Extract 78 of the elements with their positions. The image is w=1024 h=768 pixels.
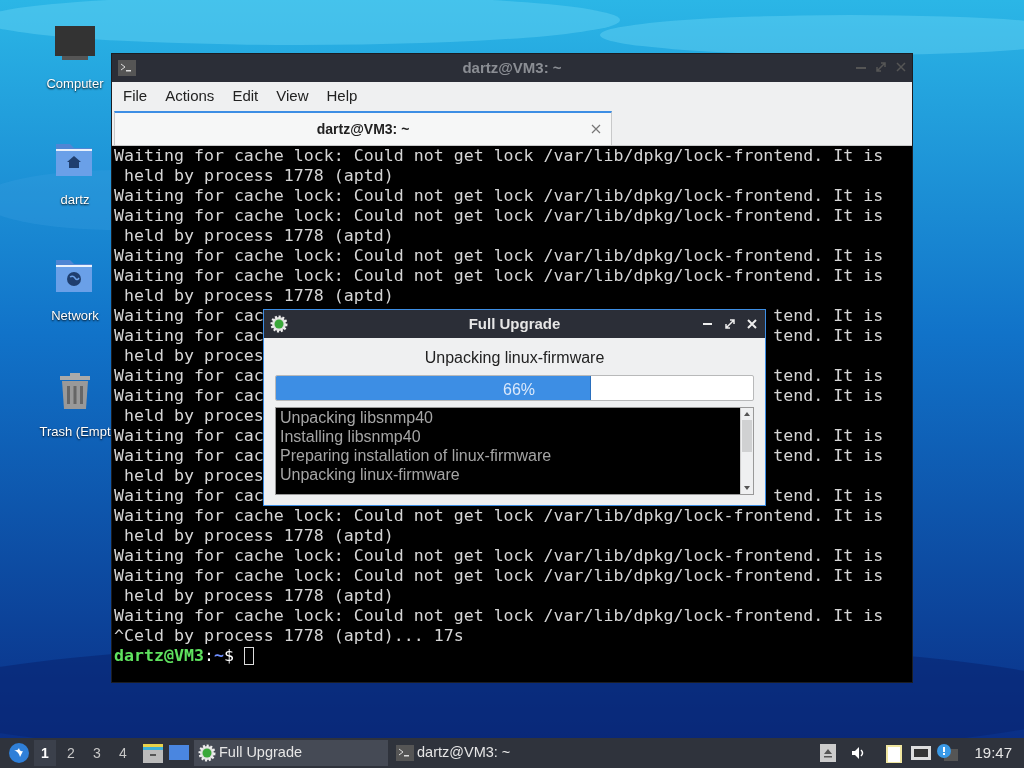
close-icon bbox=[591, 124, 601, 134]
terminal-line: Waiting for cac bbox=[114, 306, 264, 325]
icon-label[interactable]: Trash (Empt bbox=[39, 422, 111, 442]
menu-item[interactable]: Actions bbox=[156, 84, 224, 108]
terminal-line: Waiting for cac bbox=[114, 486, 264, 505]
log-line: Preparing installation of linux-firmware bbox=[280, 446, 553, 465]
log-line: Installing libsnmp40 bbox=[280, 427, 422, 446]
tab[interactable]: dartz@VM3: ~ bbox=[114, 111, 612, 145]
clipboard-icon bbox=[884, 742, 905, 764]
gear-icon bbox=[198, 744, 216, 762]
dialog-title: Full Upgrade bbox=[468, 313, 561, 334]
prompt-symbol: $ bbox=[223, 646, 234, 666]
menu-item[interactable]: Help bbox=[317, 84, 367, 108]
maximize-icon bbox=[876, 62, 886, 72]
terminal-line: tend. It is bbox=[773, 426, 884, 446]
terminal-line: held by process 1778 (aptd) bbox=[123, 526, 394, 545]
file-cabinet-icon bbox=[142, 742, 164, 764]
icon-label[interactable]: Network bbox=[51, 306, 99, 326]
prompt-separator: : bbox=[203, 646, 214, 666]
log-line: Unpacking libsnmp40 bbox=[280, 408, 434, 427]
network-icon bbox=[910, 744, 933, 762]
terminal-line: Waiting for cache lock: Could not get lock /var/lib/dpkg/lock-frontend. It is bbox=[114, 606, 884, 625]
terminal-line: held by process 1778 (aptd) bbox=[123, 286, 394, 305]
terminal-line: tend. It is bbox=[773, 486, 884, 506]
gear-icon bbox=[270, 315, 288, 333]
terminal-line: tend. It is bbox=[773, 386, 884, 406]
terminal-line: Waiting for cache lock: Could not get lock /var/lib/dpkg/lock-frontend. It is bbox=[114, 146, 884, 165]
terminal-line: held by process 1778 (aptd) bbox=[123, 586, 394, 605]
terminal-line: Waiting for cache lock: Could not get lock /var/lib/dpkg/lock-frontend. It is bbox=[114, 546, 884, 565]
taskbar-button[interactable]: Full Upgrade bbox=[194, 740, 388, 766]
prompt-path: ~ bbox=[213, 646, 224, 666]
terminal-line: Waiting for cac bbox=[114, 366, 264, 385]
monitor-icon bbox=[54, 24, 96, 62]
menu-item[interactable]: Edit bbox=[223, 84, 268, 108]
terminal-line: Waiting for cac bbox=[114, 446, 264, 465]
terminal-icon bbox=[118, 60, 136, 76]
terminal-line: held by process 1778 (aptd) bbox=[123, 226, 394, 245]
terminal-line: Waiting for cache lock: Could not get lock /var/lib/dpkg/lock-frontend. It is bbox=[114, 246, 884, 265]
taskbar-button[interactable]: dartz@VM3: ~ bbox=[392, 740, 586, 766]
menu-item[interactable]: View bbox=[267, 84, 318, 108]
terminal-line: held by proces bbox=[123, 406, 264, 425]
terminal-line: tend. It is bbox=[773, 306, 884, 326]
start-menu-icon bbox=[8, 742, 30, 764]
workspace-button[interactable]: 2 bbox=[60, 740, 82, 766]
terminal-line: Waiting for cac bbox=[114, 426, 264, 445]
eject-icon bbox=[820, 744, 837, 762]
workspace-button[interactable]: 3 bbox=[86, 740, 108, 766]
terminal-line: held by proces bbox=[123, 466, 264, 485]
window-title: dartz@VM3: ~ bbox=[462, 57, 562, 78]
tab-label: dartz@VM3: ~ bbox=[316, 119, 410, 139]
terminal-line: tend. It is bbox=[773, 326, 884, 346]
text-cursor bbox=[243, 647, 254, 665]
terminal-line: Waiting for cache lock: Could not get lock /var/lib/dpkg/lock-frontend. It is bbox=[114, 266, 884, 285]
terminal-icon bbox=[396, 745, 414, 761]
scrollbar[interactable] bbox=[740, 408, 753, 494]
progress-label: 66% bbox=[503, 380, 536, 400]
workspace-button[interactable]: 1 bbox=[34, 740, 56, 766]
notification-icon bbox=[936, 743, 959, 763]
terminal-line: Waiting for cac bbox=[114, 326, 264, 345]
terminal-line: Waiting for cache lock: Could not get lock /var/lib/dpkg/lock-frontend. It is bbox=[114, 566, 884, 585]
terminal-line: Waiting for cache lock: Could not get lock /var/lib/dpkg/lock-frontend. It is bbox=[114, 186, 884, 205]
terminal-line: Waiting for cache lock: Could not get lock /var/lib/dpkg/lock-frontend. It is bbox=[114, 506, 884, 525]
status-text: Unpacking linux-firmware bbox=[423, 348, 606, 368]
workspace-button[interactable]: 4 bbox=[112, 740, 134, 766]
terminal-line: ^Celd by process 1778 (aptd)... 17s bbox=[114, 626, 464, 645]
terminal-line: tend. It is bbox=[773, 446, 884, 466]
menu-item[interactable]: File bbox=[114, 84, 157, 108]
terminal-line: tend. It is bbox=[773, 366, 884, 386]
log-line: Unpacking linux-firmware bbox=[280, 465, 461, 484]
terminal-line: Waiting for cac bbox=[114, 386, 264, 405]
terminal-line: held by proces bbox=[123, 346, 264, 365]
close-icon bbox=[747, 319, 757, 329]
maximize-icon bbox=[725, 319, 735, 329]
close-icon bbox=[896, 62, 906, 72]
terminal-line: Waiting for cache lock: Could not get lock /var/lib/dpkg/lock-frontend. It is bbox=[114, 206, 884, 225]
prompt-user: dartz@VM3 bbox=[114, 646, 204, 666]
clock: 19:47 bbox=[974, 742, 1012, 763]
terminal-line: held by process 1778 (aptd) bbox=[123, 166, 394, 185]
